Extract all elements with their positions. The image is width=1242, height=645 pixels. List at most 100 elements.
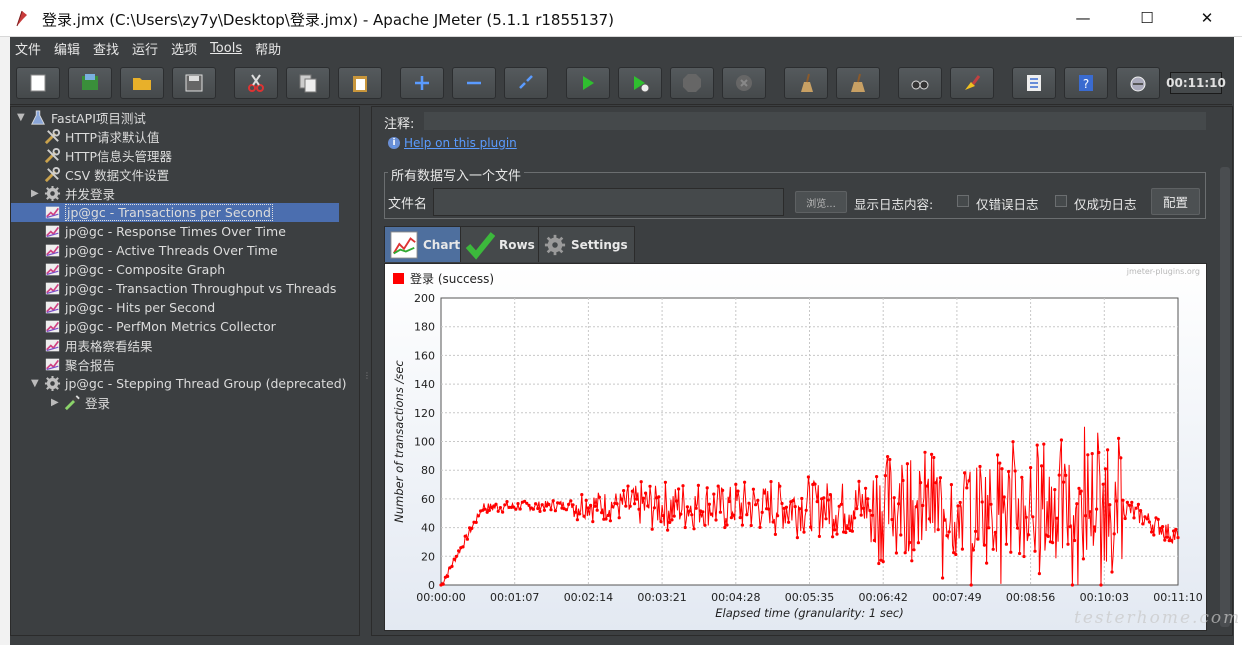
start-no-pauses-button[interactable] xyxy=(618,67,662,99)
help-link[interactable]: i Help on this plugin xyxy=(388,136,517,150)
menu-run[interactable]: 运行 xyxy=(132,39,158,58)
series-point xyxy=(985,561,989,565)
collapse-arrow-icon[interactable]: ▶ xyxy=(31,188,41,199)
close-button[interactable]: ✕ xyxy=(1184,0,1230,36)
comment-input[interactable] xyxy=(424,112,1206,130)
menu-file[interactable]: 文件 xyxy=(15,39,41,58)
series-point xyxy=(949,483,954,487)
copy-button[interactable] xyxy=(286,67,330,99)
series-point xyxy=(696,483,700,487)
open-button[interactable] xyxy=(120,67,164,99)
tree-item-active-threads[interactable]: jp@gc - Active Threads Over Time xyxy=(31,241,278,260)
help-button[interactable]: ? xyxy=(1064,67,1108,99)
collapse-arrow-icon[interactable]: ▶ xyxy=(51,397,61,408)
toggle-icon xyxy=(519,75,533,89)
elapsed-timer: 00:11:10 xyxy=(1166,72,1226,94)
series-point xyxy=(754,503,758,507)
split-pane-divider[interactable]: ⋮ xyxy=(361,106,371,636)
menu-bar: 文件 编辑 查找 运行 选项 Tools 帮助 xyxy=(10,37,1232,59)
series-point xyxy=(751,487,755,491)
tree-item-stepping-thread-group[interactable]: ▼ jp@gc - Stepping Thread Group (deprecat… xyxy=(31,374,347,393)
tree-item-view-table[interactable]: 用表格察看结果 xyxy=(31,336,153,355)
maximize-button[interactable]: ☐ xyxy=(1124,0,1170,36)
tree-item-http-defaults[interactable]: HTTP请求默认值 xyxy=(31,127,160,146)
templates-button[interactable] xyxy=(68,67,112,99)
search-button[interactable] xyxy=(898,67,942,99)
tab-chart[interactable]: Chart xyxy=(384,226,468,262)
menu-tools[interactable]: Tools xyxy=(210,41,242,56)
series-point xyxy=(606,513,610,517)
series-point xyxy=(877,561,881,566)
series-point xyxy=(998,461,1002,465)
series-point xyxy=(853,516,857,520)
toggle-button[interactable] xyxy=(504,67,548,99)
collapse-all-button[interactable] xyxy=(452,67,496,99)
series-point xyxy=(518,507,522,511)
series-point xyxy=(593,504,597,508)
series-point xyxy=(1037,572,1041,576)
series-point xyxy=(828,493,832,497)
series-point xyxy=(1055,516,1059,520)
series-point xyxy=(718,510,722,514)
tree-item-header-manager[interactable]: HTTP信息头管理器 xyxy=(31,146,172,165)
config-button[interactable]: 配置 xyxy=(1151,188,1200,215)
tree-item-csv-config[interactable]: CSV 数据文件设置 xyxy=(31,165,169,184)
series-point xyxy=(452,557,456,561)
errors-only-checkbox[interactable] xyxy=(957,195,969,207)
start-button[interactable] xyxy=(566,67,610,99)
shutdown-button[interactable] xyxy=(722,67,766,99)
series-point xyxy=(597,495,601,499)
success-only-checkbox[interactable] xyxy=(1055,195,1067,207)
stop-button[interactable] xyxy=(670,67,714,99)
clear-all-button[interactable] xyxy=(836,67,880,99)
wrench-icon xyxy=(43,147,61,165)
menu-options[interactable]: 选项 xyxy=(171,39,197,58)
series-point xyxy=(1024,515,1028,519)
remote-button[interactable] xyxy=(1116,67,1160,99)
expand-arrow-icon[interactable]: ▼ xyxy=(17,112,27,123)
series-point xyxy=(974,529,978,533)
tree-item-thread-group[interactable]: ▶ 并发登录 xyxy=(31,184,115,203)
cut-button[interactable] xyxy=(234,67,278,99)
log-content-label: 显示日志内容: xyxy=(854,197,934,212)
filename-input[interactable] xyxy=(433,188,784,216)
minimize-button[interactable]: — xyxy=(1060,0,1106,36)
series-point xyxy=(976,537,980,541)
tree-item-test-plan[interactable]: ▼ FastAPI项目测试 xyxy=(17,108,146,127)
expand-all-button[interactable] xyxy=(400,67,444,99)
tree-item-aggregate-report[interactable]: 聚合报告 xyxy=(31,355,115,374)
menu-help[interactable]: 帮助 xyxy=(255,39,281,58)
series-point xyxy=(1139,509,1143,513)
menu-edit[interactable]: 编辑 xyxy=(54,39,80,58)
tree-item-login-sampler[interactable]: ▶ 登录 xyxy=(51,393,110,412)
tab-settings[interactable]: Settings xyxy=(538,226,635,262)
tree-item-hits-per-second[interactable]: jp@gc - Hits per Second xyxy=(31,298,215,317)
series-point xyxy=(536,506,540,511)
function-helper-button[interactable] xyxy=(1012,67,1056,99)
reset-search-button[interactable] xyxy=(950,67,994,99)
series-point xyxy=(932,455,936,460)
clear-button[interactable] xyxy=(784,67,828,99)
menu-search[interactable]: 查找 xyxy=(93,39,119,58)
series-point xyxy=(857,479,861,483)
y-tick-label: 80 xyxy=(421,464,435,477)
series-point xyxy=(534,502,538,506)
tree-item-composite-graph[interactable]: jp@gc - Composite Graph xyxy=(31,260,225,279)
series-point xyxy=(872,538,876,542)
tree-item-perfmon[interactable]: jp@gc - PerfMon Metrics Collector xyxy=(31,317,276,336)
expand-arrow-icon[interactable]: ▼ xyxy=(31,378,41,389)
tab-rows[interactable]: Rows xyxy=(460,226,542,262)
series-point xyxy=(756,498,760,502)
vertical-scrollbar[interactable] xyxy=(1220,167,1230,627)
save-button[interactable] xyxy=(172,67,216,99)
y-tick-label: 160 xyxy=(414,349,435,362)
paste-button[interactable] xyxy=(338,67,382,99)
tree-item-tps[interactable]: jp@gc - Transactions per Second xyxy=(11,203,339,222)
series-point xyxy=(969,583,973,587)
series-point xyxy=(1035,443,1039,447)
new-button[interactable] xyxy=(16,67,60,99)
tree-item-throughput-vs-threads[interactable]: jp@gc - Transaction Throughput vs Thread… xyxy=(31,279,336,298)
series-point xyxy=(630,489,634,493)
browse-button[interactable]: 浏览... xyxy=(795,191,847,213)
tree-item-response-times[interactable]: jp@gc - Response Times Over Time xyxy=(31,222,286,241)
